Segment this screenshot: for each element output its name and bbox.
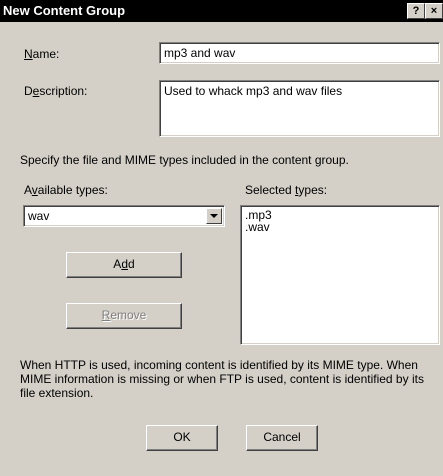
help-button[interactable]: ? — [407, 3, 425, 19]
description-label: Description: — [24, 84, 88, 98]
name-input[interactable]: mp3 and wav — [159, 42, 440, 64]
available-types-value: wav — [28, 209, 50, 223]
title-bar[interactable]: New Content Group ? × — [0, 0, 443, 22]
info-text: When HTTP is used, incoming content is i… — [20, 358, 424, 400]
ok-button[interactable]: OK — [146, 425, 218, 451]
available-types-label: Available types: — [24, 183, 108, 197]
close-button[interactable]: × — [425, 3, 443, 19]
description-textarea[interactable]: Used to whack mp3 and wav files — [159, 80, 440, 137]
available-types-select[interactable]: wav — [23, 205, 225, 227]
add-button[interactable]: Add — [66, 252, 182, 278]
instructions-text: Specify the file and MIME types included… — [20, 153, 349, 167]
cancel-button[interactable]: Cancel — [246, 425, 318, 451]
name-label: Name: — [24, 47, 60, 61]
window-title: New Content Group — [3, 3, 126, 18]
list-item[interactable]: .wav — [245, 221, 435, 233]
selected-types-label: Selected types: — [245, 183, 328, 197]
remove-button[interactable]: Remove — [66, 303, 182, 329]
chevron-down-icon[interactable] — [206, 208, 222, 224]
list-item[interactable]: .mp3 — [245, 209, 435, 221]
selected-types-list[interactable]: .mp3 .wav — [240, 205, 440, 345]
